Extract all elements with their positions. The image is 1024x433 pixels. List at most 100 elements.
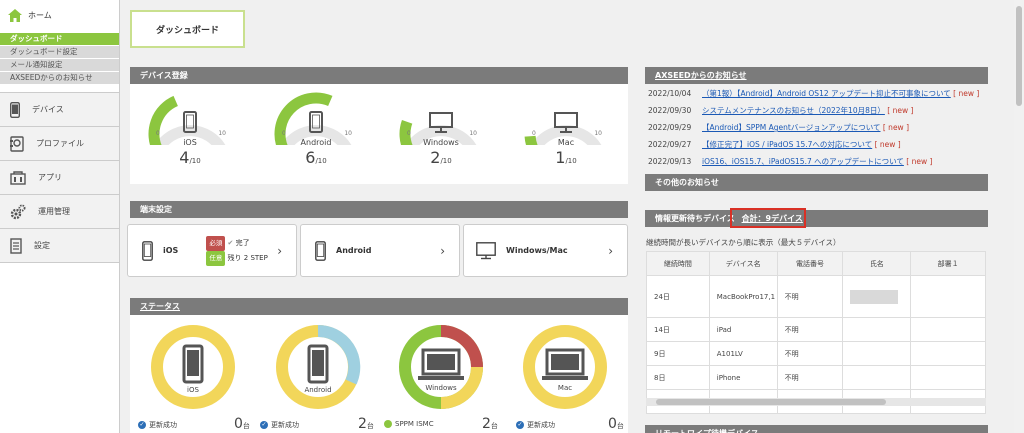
col-name[interactable]: 氏名: [842, 251, 912, 276]
news-date: 2022/09/30: [648, 106, 692, 115]
gauge-windows[interactable]: 0 10 Windows 2/10: [391, 90, 491, 167]
nav-device[interactable]: デバイス: [0, 93, 119, 127]
news-title-link[interactable]: （第1報）【Android】Android OS12 アップデート抑止不可事象に…: [702, 89, 951, 98]
status-mac-count: 0台: [608, 416, 624, 432]
status-windows-count: 2台: [482, 416, 498, 432]
smartphone-icon: [315, 240, 326, 261]
table-row[interactable]: 8日 iPhone 不明: [646, 365, 986, 390]
page-title: ダッシュボード: [130, 10, 245, 48]
setup-winmac-card[interactable]: Windows/Mac ›: [463, 224, 628, 277]
cell: 14日: [646, 317, 710, 342]
table-row[interactable]: 14日 iPad 不明: [646, 317, 986, 342]
scrollbar-thumb[interactable]: [656, 399, 886, 405]
news-title-link[interactable]: iOS16、iOS15.7、iPadOS15.7 へのアップデートについて: [702, 157, 904, 166]
news-title-link[interactable]: システムメンテナンスのお知らせ（2022年10月8日）: [702, 106, 885, 115]
donut-label: iOS: [187, 386, 199, 394]
optional-badge: 任意: [206, 250, 226, 266]
submenu-dashboard[interactable]: ダッシュボード: [0, 33, 119, 45]
news-item[interactable]: 2022/10/04 （第1報）【Android】Android OS12 アップ…: [648, 88, 988, 105]
news-header[interactable]: AXSEEDからのお知らせ: [645, 67, 988, 84]
status-count: 0: [608, 416, 617, 432]
scrollbar-thumb[interactable]: [1016, 6, 1022, 106]
table-row[interactable]: 24日 MacBookPro17,1 不明: [646, 275, 986, 318]
gauge-max: 10: [344, 130, 352, 137]
gauge-value: 6/10: [266, 148, 366, 167]
news-date: 2022/09/27: [648, 140, 692, 149]
gauge-mac[interactable]: 0 10 Mac 1/10: [516, 90, 616, 167]
donut-ios[interactable]: iOS: [150, 324, 236, 410]
donut-label: Windows: [425, 384, 457, 392]
cell: [910, 317, 986, 342]
news-item[interactable]: 2022/09/30 システムメンテナンスのお知らせ（2022年10月8日） [ …: [648, 105, 988, 122]
nav-app[interactable]: アプリ: [0, 161, 119, 195]
cell: [910, 365, 986, 390]
device-registration-panel: 0 10 iOS 4/10 0 10 Android 6/10 0 10 Win…: [130, 84, 628, 184]
news-title-link[interactable]: 【Android】SPPM Agentバージョンアップについて: [702, 123, 880, 132]
news-item[interactable]: 2022/09/29 【Android】SPPM Agentバージョンアップについ…: [648, 122, 988, 139]
news-date: 2022/09/13: [648, 157, 692, 166]
status-windows-legend: SPPM ISMC: [384, 420, 434, 428]
donut-windows[interactable]: Windows: [398, 324, 484, 410]
setup-android-card[interactable]: Android ›: [300, 224, 460, 277]
nav-operation-label: 運用管理: [38, 207, 70, 216]
monitor-icon: [476, 241, 496, 259]
dashboard-submenu: ダッシュボード ダッシュボード設定 メール通知設定 AXSEEDからのお知らせ: [0, 33, 119, 84]
status-count: 0: [234, 416, 243, 432]
setup-android-label: Android: [336, 246, 372, 255]
col-duration[interactable]: 継続時間: [646, 251, 710, 276]
gauge-label: iOS: [183, 138, 197, 147]
col-device-name[interactable]: デバイス名: [708, 251, 778, 276]
nav-settings-label: 設定: [34, 241, 50, 250]
cell: 24日: [646, 275, 710, 318]
cell: MacBookPro17,1: [708, 275, 778, 318]
check-icon: ✔: [227, 238, 234, 247]
cell: 8日: [646, 365, 710, 390]
chevron-right-icon: ›: [440, 243, 445, 258]
submenu-mail-notification[interactable]: メール通知設定: [0, 59, 119, 71]
gauge-android[interactable]: 0 10 Android 6/10: [266, 90, 366, 167]
gauge-value: 4/10: [140, 148, 240, 167]
table-horizontal-scrollbar[interactable]: [646, 398, 986, 406]
cell: [842, 341, 912, 366]
news-list: 2022/10/04 （第1報）【Android】Android OS12 アップ…: [648, 88, 988, 173]
table-row[interactable]: 9日 A101LV 不明: [646, 341, 986, 366]
submenu-axseed-news[interactable]: AXSEEDからのお知らせ: [0, 72, 119, 84]
status-unit: 台: [490, 422, 498, 430]
news-title-link[interactable]: 【修正完了】iOS / iPadOS 15.7への対応について: [702, 140, 872, 149]
nav-operation[interactable]: 運用管理: [0, 195, 119, 229]
status-header[interactable]: ステータス: [130, 298, 628, 315]
cell: 不明: [776, 365, 844, 390]
page-vertical-scrollbar[interactable]: [1014, 0, 1024, 433]
status-label: 更新成功: [149, 421, 177, 429]
donut-label: Mac: [558, 384, 572, 392]
remote-wipe-header[interactable]: リモートワイプ待機デバイス: [645, 425, 988, 433]
gauge-ios[interactable]: 0 10 iOS 4/10: [140, 90, 240, 167]
news-item[interactable]: 2022/09/13 iOS16、iOS15.7、iPadOS15.7 へのアップ…: [648, 156, 988, 173]
setup-ios-card[interactable]: iOS 必須 ✔ 完了 任意 残り 2 STEP ›: [127, 224, 297, 277]
other-news-header[interactable]: その他のお知らせ: [645, 174, 988, 191]
donut-mac[interactable]: Mac: [522, 324, 608, 410]
news-item[interactable]: 2022/09/27 【修正完了】iOS / iPadOS 15.7への対応につい…: [648, 139, 988, 156]
nav-app-label: アプリ: [38, 173, 62, 182]
col-phone[interactable]: 電話番号: [776, 251, 844, 276]
nav-device-label: デバイス: [32, 105, 64, 114]
status-count: 2: [482, 416, 491, 432]
nav-settings[interactable]: 設定: [0, 229, 119, 263]
setup-winmac-label: Windows/Mac: [506, 246, 568, 255]
status-unit: 台: [616, 422, 624, 430]
nav-profile[interactable]: プロファイル: [0, 127, 119, 161]
donut-android[interactable]: Android: [275, 324, 361, 410]
status-mac-legend: ✓ 更新成功: [516, 420, 555, 430]
gauge-label: Mac: [557, 138, 575, 147]
submenu-dashboard-settings[interactable]: ダッシュボード設定: [0, 46, 119, 58]
cell: iPad: [708, 317, 778, 342]
app-icon: [10, 170, 26, 185]
col-department[interactable]: 部署１: [910, 251, 986, 276]
gauge-max: 10: [218, 130, 226, 137]
status-unit: 台: [242, 422, 250, 430]
table-header-row: 継続時間 デバイス名 電話番号 氏名 部署１: [646, 251, 986, 276]
gauge-value: 2/10: [391, 148, 491, 167]
gauge-min: 0: [156, 130, 160, 137]
home-link[interactable]: ホーム: [0, 0, 119, 30]
nav-profile-label: プロファイル: [36, 139, 84, 148]
